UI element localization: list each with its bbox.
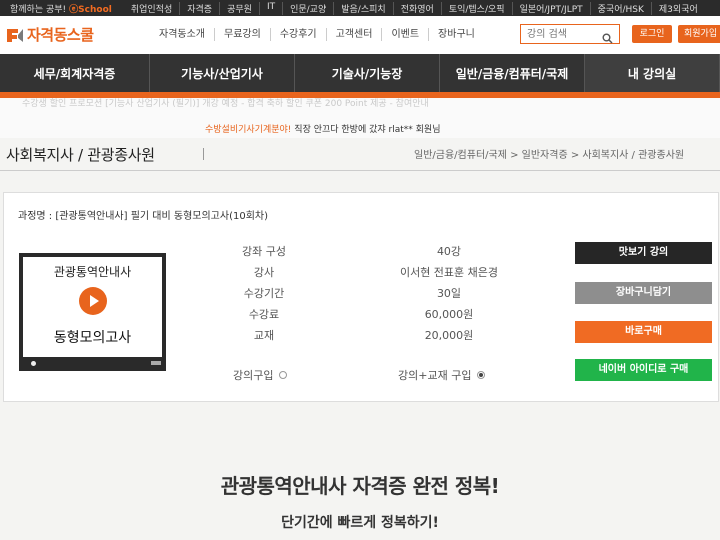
play-icon[interactable] bbox=[79, 287, 107, 315]
player-controls-icon bbox=[151, 361, 161, 365]
preview-lecture-button[interactable]: 맛보기 강의 bbox=[575, 242, 712, 264]
top-link-cert[interactable]: 자격증 bbox=[179, 1, 219, 15]
top-link-other-lang[interactable]: 제3외국어 bbox=[650, 1, 705, 15]
info-label: 수강기간 bbox=[243, 287, 285, 300]
top-link-it[interactable]: IT bbox=[258, 1, 282, 15]
eschool-link[interactable]: ⓔSchool bbox=[69, 2, 112, 15]
radio-lecture-textbook[interactable] bbox=[477, 371, 486, 379]
option-label: 강의+교재 구입 bbox=[398, 369, 472, 382]
naver-pay-button[interactable]: 네이버 아이디로 구매 bbox=[575, 359, 712, 381]
top-link-chinese[interactable]: 중국어/HSK bbox=[589, 1, 651, 15]
nav-cart[interactable]: 장바구니 bbox=[428, 28, 484, 41]
option-lecture-only[interactable]: 강의구입 bbox=[233, 367, 288, 383]
thumbnail-bottom-text: 동형모의고사 bbox=[53, 330, 132, 346]
logo-mark-icon bbox=[6, 26, 24, 44]
site-logo[interactable]: 자격동스쿨 bbox=[6, 24, 94, 45]
header-nav: 자격동소개 무료강의 수강후기 고객센터 이벤트 장바구니 bbox=[150, 28, 484, 41]
breadcrumb[interactable]: 일반/금융/컴퓨터/국제 > 일반자격증 > 사회복지사 / 관광종사원 bbox=[414, 146, 684, 161]
ticker-message: 직장 안끄다 한방에 갔쟈 rlat** 회원님 bbox=[291, 125, 441, 135]
top-link-civil[interactable]: 공무원 bbox=[219, 1, 259, 15]
notice-ticker: 수강생 할인 프로모션 [기능사 산업기사 (필기)] 개강 예정 - 합격 축… bbox=[0, 98, 720, 138]
top-link-speech[interactable]: 발음/스피치 bbox=[333, 1, 392, 15]
nav-support[interactable]: 고객센터 bbox=[325, 28, 382, 41]
option-lecture-textbook[interactable]: 강의+교재 구입 bbox=[398, 367, 486, 383]
category-general-finance[interactable]: 일반/금융/컴퓨터/국제 bbox=[440, 54, 585, 92]
info-value: 이서현 전표훈 채은경 bbox=[399, 266, 499, 279]
top-utility-bar: 함께하는 공부! ⓔSchool 취업인적성 자격증 공무원 IT 인문/교양 … bbox=[0, 0, 720, 16]
join-button[interactable]: 회원가입 bbox=[678, 25, 720, 43]
info-value: 60,000원 bbox=[424, 308, 474, 321]
info-value: 40강 bbox=[436, 245, 462, 258]
add-to-cart-button[interactable]: 장바구니담기 bbox=[575, 282, 712, 304]
buy-now-button[interactable]: 바로구매 bbox=[575, 321, 712, 343]
title-rule bbox=[0, 170, 720, 171]
page-title-bar: 사회복지사 / 관광종사원 일반/금융/컴퓨터/국제 > 일반자격증 > 사회복… bbox=[0, 138, 720, 168]
category-engineer[interactable]: 기술사/기능장 bbox=[295, 54, 440, 92]
course-panel: 과정명 : [관광통역안내사] 필기 대비 동형모의고사(10회차) 관광통역안… bbox=[3, 192, 719, 402]
top-slogan: 함께하는 공부! bbox=[10, 4, 67, 15]
nav-about[interactable]: 자격동소개 bbox=[150, 28, 214, 41]
info-label: 교재 bbox=[253, 329, 275, 342]
info-label: 강사 bbox=[253, 266, 275, 279]
nav-reviews[interactable]: 수강후기 bbox=[269, 28, 326, 41]
top-link-phone-english[interactable]: 전화영어 bbox=[392, 1, 441, 15]
top-link-japanese[interactable]: 일본어/JPT/JLPT bbox=[511, 1, 590, 15]
category-tax-accounting[interactable]: 세무/회계자격증 bbox=[0, 54, 150, 92]
option-label: 강의구입 bbox=[233, 369, 274, 382]
nav-free-lectures[interactable]: 무료강의 bbox=[214, 28, 270, 41]
info-value: 30일 bbox=[436, 287, 462, 300]
ticker-highlight: 수방설비기사기계분야! bbox=[205, 125, 292, 135]
radio-lecture-only[interactable] bbox=[279, 371, 288, 379]
course-name: 과정명 : [관광통역안내사] 필기 대비 동형모의고사(10회차) bbox=[18, 211, 268, 222]
logo-text: 자격동스쿨 bbox=[27, 26, 94, 44]
login-button[interactable]: 로그인 bbox=[632, 25, 672, 43]
info-value: 20,000원 bbox=[424, 329, 474, 342]
promo-subtitle: 단기간에 빠르게 정복하기! bbox=[281, 515, 439, 531]
search-box bbox=[520, 24, 620, 44]
info-label: 수강료 bbox=[248, 308, 280, 321]
progress-dot-icon bbox=[31, 361, 36, 366]
thumbnail-screen: 관광통역안내사 동형모의고사 bbox=[23, 257, 162, 357]
search-icon[interactable] bbox=[602, 29, 613, 44]
title-divider bbox=[203, 148, 204, 160]
thumbnail-top-text: 관광통역안내사 bbox=[53, 265, 132, 279]
ticker-line-2[interactable]: 수방설비기사기계분야! 직장 안끄다 한방에 갔쟈 rlat** 회원님 bbox=[205, 122, 440, 135]
category-craftsman[interactable]: 기능사/산업기사 bbox=[150, 54, 295, 92]
category-nav: 세무/회계자격증 기능사/산업기사 기술사/기능장 일반/금융/컴퓨터/국제 내… bbox=[0, 54, 720, 92]
top-link-career[interactable]: 취업인적성 bbox=[124, 2, 179, 15]
top-link-toeic[interactable]: 토익/텝스/오픽 bbox=[440, 1, 512, 15]
page-title: 사회복지사 / 관광종사원 bbox=[6, 146, 155, 164]
info-label: 강좌 구성 bbox=[242, 245, 286, 258]
nav-events[interactable]: 이벤트 bbox=[381, 28, 428, 41]
category-my-classroom[interactable]: 내 강의실 bbox=[585, 54, 720, 92]
course-thumbnail[interactable]: 관광통역안내사 동형모의고사 bbox=[19, 253, 166, 371]
top-link-humanities[interactable]: 인문/교양 bbox=[282, 1, 333, 15]
search-input[interactable] bbox=[527, 27, 597, 42]
promo-title: 관광통역안내사 자격증 완전 정복! bbox=[220, 474, 500, 498]
ticker-line-1[interactable]: 수강생 할인 프로모션 [기능사 산업기사 (필기)] 개강 예정 - 합격 축… bbox=[22, 98, 429, 109]
site-header: 자격동스쿨 자격동소개 무료강의 수강후기 고객센터 이벤트 장바구니 로그인 … bbox=[0, 16, 720, 54]
